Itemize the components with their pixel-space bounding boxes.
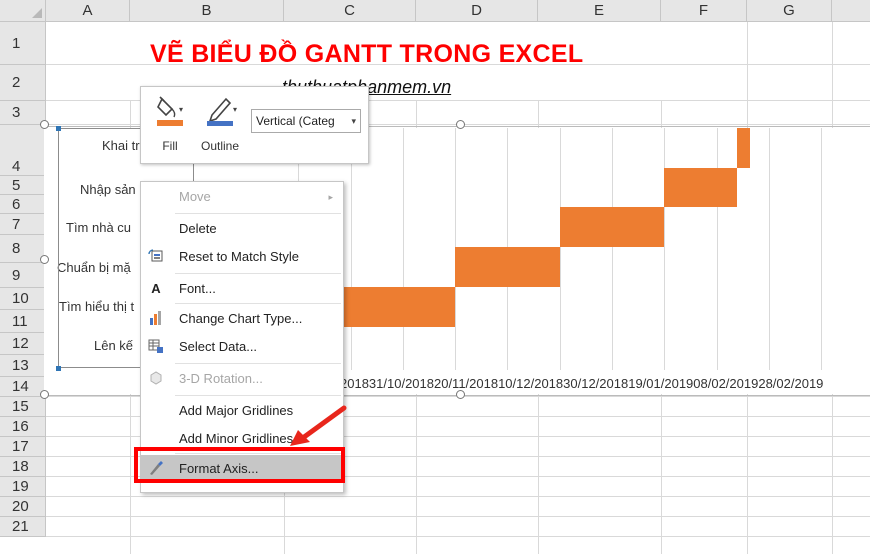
- chart-type-icon: [147, 310, 165, 328]
- chart-gridline: [717, 128, 718, 370]
- row-header-2[interactable]: 2: [0, 65, 46, 101]
- reset-style-icon: [147, 248, 165, 266]
- menu-item-move[interactable]: Move ▸: [141, 183, 343, 211]
- row-header-1[interactable]: 1: [0, 22, 46, 65]
- selection-handle[interactable]: [56, 126, 61, 131]
- row-header-4[interactable]: 4: [0, 125, 46, 176]
- column-header-b[interactable]: B: [130, 0, 284, 22]
- outline-label: Outline: [200, 139, 240, 153]
- highlight-box: [134, 447, 345, 483]
- row-header-20[interactable]: 20: [0, 497, 46, 517]
- chart-gridline: [403, 128, 404, 370]
- menu-item-label: Change Chart Type...: [179, 311, 303, 326]
- menu-item-label: Delete: [179, 221, 217, 236]
- menu-item-delete[interactable]: Delete: [141, 215, 343, 243]
- menu-item-label: Reset to Match Style: [179, 249, 299, 264]
- menu-separator: [175, 213, 341, 214]
- row-header-5[interactable]: 5: [0, 176, 46, 195]
- chart-element-select[interactable]: Vertical (Categ ▾: [251, 109, 361, 133]
- row-header-11[interactable]: 11: [0, 310, 46, 333]
- gantt-bar[interactable]: [455, 247, 560, 287]
- gantt-bar[interactable]: [737, 128, 750, 168]
- column-header-c[interactable]: C: [284, 0, 416, 22]
- fill-dropdown-arrow[interactable]: ▾: [179, 105, 183, 114]
- chart-element-select-value: Vertical (Categ: [256, 114, 335, 128]
- chart-resize-handle[interactable]: [40, 390, 49, 399]
- chart-resize-handle[interactable]: [456, 390, 465, 399]
- row-header-6[interactable]: 6: [0, 195, 46, 214]
- menu-item-label: 3-D Rotation...: [179, 371, 263, 386]
- menu-separator: [175, 303, 341, 304]
- outline-button[interactable]: ▾ Outline: [197, 93, 243, 153]
- chart-gridline: [351, 128, 352, 370]
- row-header-7[interactable]: 7: [0, 214, 46, 235]
- column-header-a[interactable]: A: [46, 0, 130, 22]
- menu-item-label: Add Major Gridlines: [179, 403, 294, 418]
- row-header-12[interactable]: 12: [0, 333, 46, 355]
- menu-item-3d-rotation[interactable]: 3-D Rotation...: [141, 365, 343, 393]
- row-header-13[interactable]: 13: [0, 355, 46, 377]
- menu-item-label: Select Data...: [179, 339, 258, 354]
- menu-item-label: Move: [179, 189, 211, 204]
- row-header-18[interactable]: 18: [0, 457, 46, 477]
- mini-toolbar: ▾ Fill ▾ Outline Vertical (Categ ▾: [140, 86, 369, 164]
- menu-item-font[interactable]: A Font...: [141, 275, 343, 303]
- row-header-19[interactable]: 19: [0, 477, 46, 497]
- gantt-bar[interactable]: [560, 207, 664, 247]
- chevron-down-icon: ▾: [351, 116, 356, 126]
- column-header-e[interactable]: E: [538, 0, 661, 22]
- selection-handle[interactable]: [56, 366, 61, 371]
- row-header-15[interactable]: 15: [0, 397, 46, 417]
- menu-separator: [175, 273, 341, 274]
- submenu-arrow-icon: ▸: [328, 192, 333, 202]
- chart-gridline: [612, 128, 613, 370]
- menu-separator: [175, 395, 341, 396]
- outline-dropdown-arrow[interactable]: ▾: [233, 105, 237, 114]
- chart-gridline: [560, 128, 561, 370]
- chart-resize-handle[interactable]: [40, 120, 49, 129]
- font-icon: A: [151, 281, 161, 296]
- menu-item-select-data[interactable]: Select Data...: [141, 333, 343, 361]
- row-header-17[interactable]: 17: [0, 437, 46, 457]
- menu-item-reset-to-match-style[interactable]: Reset to Match Style: [141, 243, 343, 271]
- gantt-bar[interactable]: [664, 168, 737, 207]
- row-header-9[interactable]: 9: [0, 263, 46, 288]
- chart-gridline: [664, 128, 665, 370]
- menu-separator: [175, 363, 341, 364]
- menu-item-change-chart-type[interactable]: Change Chart Type...: [141, 305, 343, 333]
- menu-item-label: Font...: [179, 281, 216, 296]
- chart-gridline: [769, 128, 770, 370]
- fill-label: Fill: [162, 139, 178, 153]
- row-header-16[interactable]: 16: [0, 417, 46, 437]
- sheet-title: VẼ BIỂU ĐỒ GANTT TRONG EXCEL: [150, 40, 584, 68]
- column-header-f[interactable]: F: [661, 0, 747, 22]
- column-header-h[interactable]: [832, 0, 870, 22]
- chart-resize-handle[interactable]: [40, 255, 49, 264]
- select-data-icon: [147, 338, 165, 356]
- column-header-d[interactable]: D: [416, 0, 538, 22]
- annotation-arrow-icon: [290, 405, 347, 446]
- x-axis-labels: 201831/10/201820/11/201810/12/201830/12/…: [340, 376, 824, 391]
- fill-button[interactable]: ▾ Fill: [147, 93, 193, 153]
- row-header-3[interactable]: 3: [0, 101, 46, 125]
- row-header-21[interactable]: 21: [0, 517, 46, 537]
- chart-resize-handle[interactable]: [456, 120, 465, 129]
- rotation-3d-icon: [147, 370, 165, 388]
- row-header-10[interactable]: 10: [0, 288, 46, 310]
- chart-gridline: [821, 128, 822, 370]
- select-all-corner[interactable]: [0, 0, 46, 22]
- pen-outline-icon: [207, 97, 233, 126]
- column-header-g[interactable]: G: [747, 0, 832, 22]
